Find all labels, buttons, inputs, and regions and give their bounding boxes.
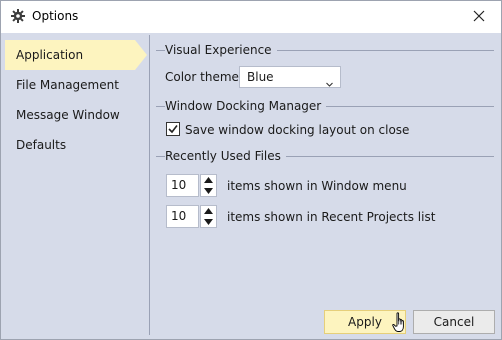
spin-up-button[interactable] [201, 206, 216, 216]
selection-arrow [135, 40, 147, 70]
window-menu-count-input[interactable]: 10 [166, 174, 199, 197]
recent-projects-count-value: 10 [171, 209, 187, 223]
recent-projects-count-input[interactable]: 10 [166, 205, 199, 228]
window-menu-count-label: items shown in Window menu [227, 179, 407, 193]
visual-experience-heading: Visual Experience [165, 43, 277, 57]
recent-projects-count-stepper[interactable] [200, 205, 217, 228]
window-title: Options [32, 9, 79, 23]
close-icon [473, 10, 485, 25]
triangle-up-icon [204, 208, 213, 214]
save-layout-label: Save window docking layout on close [185, 123, 410, 137]
sidebar-divider [149, 35, 150, 335]
spin-up-button[interactable] [201, 175, 216, 185]
title-bar[interactable]: Options [1, 1, 501, 33]
recent-projects-count-label: items shown in Recent Projects list [227, 210, 436, 224]
triangle-up-icon [204, 177, 213, 183]
triangle-down-icon [204, 188, 213, 194]
sidebar: Application File Management Message Wind… [1, 33, 149, 339]
sidebar-item-message-window[interactable]: Message Window [5, 100, 135, 130]
sidebar-item-label: File Management [16, 78, 119, 92]
triangle-down-icon [204, 219, 213, 225]
color-theme-label: Color theme: [165, 70, 243, 84]
sidebar-item-label: Application [16, 48, 84, 62]
color-theme-value: Blue [247, 70, 274, 84]
recent-files-heading: Recently Used Files [165, 149, 286, 163]
sidebar-item-file-management[interactable]: File Management [5, 70, 135, 100]
chevron-down-icon [326, 74, 333, 87]
sidebar-item-label: Message Window [16, 108, 120, 122]
sidebar-item-defaults[interactable]: Defaults [5, 130, 135, 160]
cancel-button[interactable]: Cancel [413, 310, 495, 334]
docking-heading: Window Docking Manager [165, 99, 327, 113]
hand-cursor-icon [392, 312, 408, 334]
save-layout-checkbox[interactable] [166, 122, 180, 136]
gear-icon [11, 9, 25, 23]
window-menu-count-value: 10 [171, 178, 187, 192]
spin-down-button[interactable] [201, 217, 216, 227]
sidebar-item-application[interactable]: Application [5, 40, 135, 70]
options-dialog: Options Application File Management Mess… [0, 0, 502, 340]
checkmark-icon [168, 125, 178, 134]
sidebar-item-label: Defaults [16, 138, 67, 152]
close-button[interactable] [457, 1, 501, 33]
window-menu-count-stepper[interactable] [200, 174, 217, 197]
spin-down-button[interactable] [201, 186, 216, 196]
color-theme-select[interactable]: Blue [239, 66, 341, 88]
